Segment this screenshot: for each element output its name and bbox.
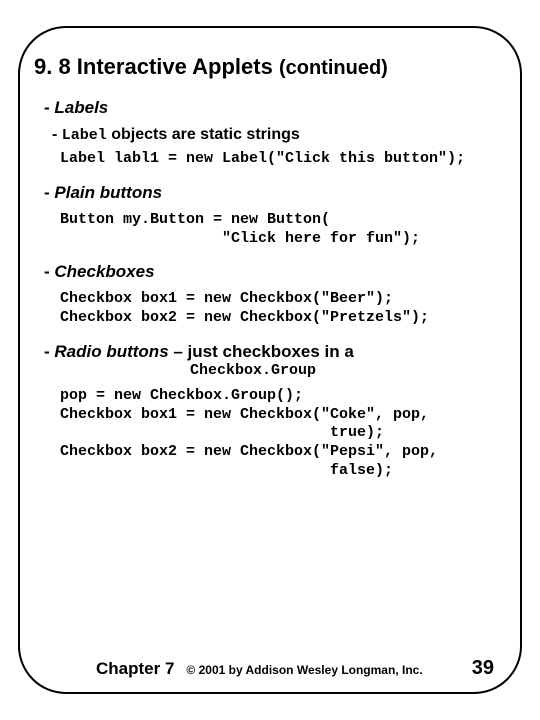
heading-checkboxes: - Checkboxes [44,262,504,282]
section-labels: - Labels - Label objects are static stri… [40,98,504,169]
code-block-radio: pop = new Checkbox.Group(); Checkbox box… [60,387,504,481]
heading-radio-buttons: - Radio buttons – just checkboxes in a [44,342,504,362]
code-block-checkbox: Checkbox box1 = new Checkbox("Beer"); Ch… [60,290,504,328]
slide-frame: 9. 8 Interactive Applets (continued) - L… [18,26,522,694]
section-radio-buttons: - Radio buttons – just checkboxes in a C… [40,342,504,481]
subheading-checkbox-group: Checkbox.Group [190,362,504,379]
heading-labels: - Labels [44,98,504,118]
code-block-label: Label labl1 = new Label("Click this butt… [60,150,504,169]
section-plain-buttons: - Plain buttons Button my.Button = new B… [40,183,504,249]
heading-plain-buttons: - Plain buttons [44,183,504,203]
footer-copyright: © 2001 by Addison Wesley Longman, Inc. [186,663,459,677]
code-block-button: Button my.Button = new Button( "Click he… [60,211,504,249]
footer: Chapter 7 © 2001 by Addison Wesley Longm… [20,657,520,680]
footer-page-number: 39 [472,657,494,680]
title-main: 9. 8 Interactive Applets [34,54,279,79]
page-title: 9. 8 Interactive Applets (continued) [34,54,504,80]
section-checkboxes: - Checkboxes Checkbox box1 = new Checkbo… [40,262,504,328]
title-continued: (continued) [279,57,388,79]
code-inline-label: Label [62,127,107,144]
subheading-label-objects: - Label objects are static strings [52,126,504,144]
footer-chapter: Chapter 7 [96,659,174,679]
